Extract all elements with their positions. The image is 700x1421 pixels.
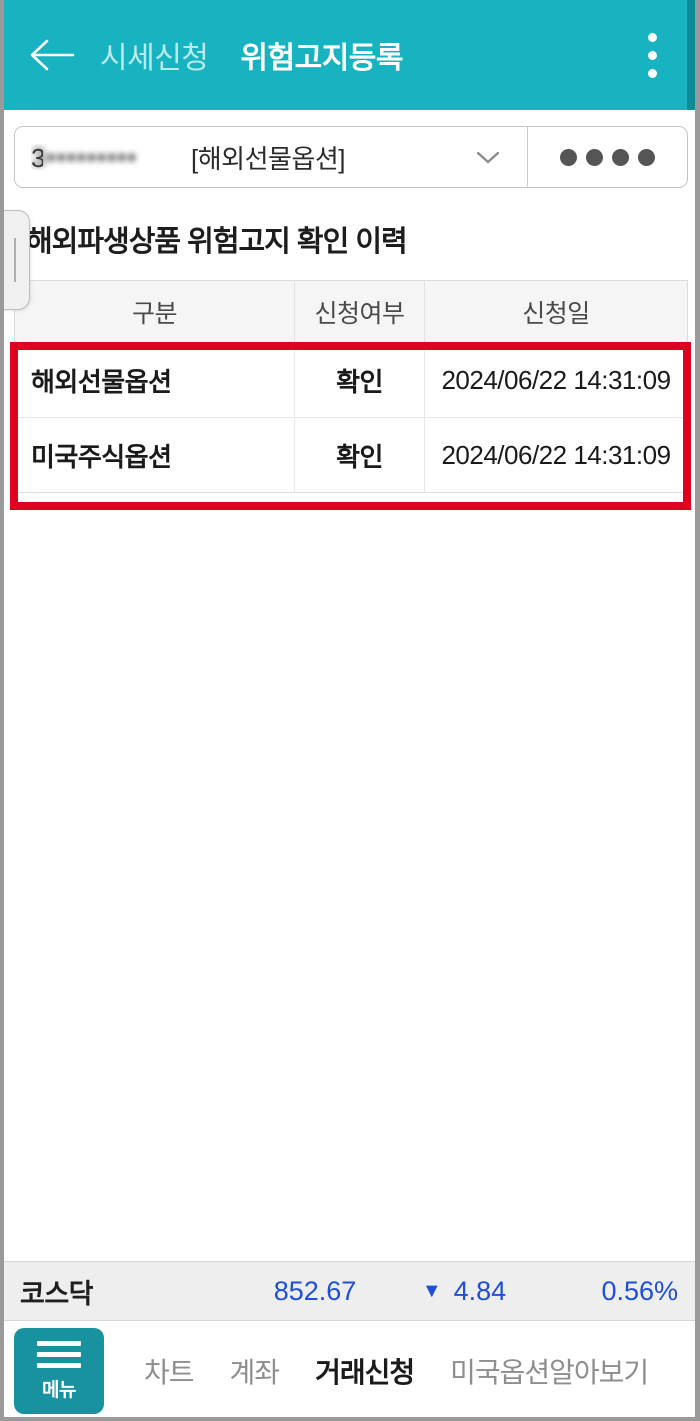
cell-status: 확인: [294, 417, 425, 493]
account-selector-box: 3••••••••• 3 [해외선물옵션]: [14, 126, 688, 188]
app-header: 시세신청 위험고지등록: [0, 0, 700, 110]
password-dot: [586, 148, 603, 166]
ticker-index-price: 852.67: [273, 1275, 357, 1306]
nav-item-account[interactable]: 계좌: [230, 1351, 281, 1391]
account-number-blurred-text: 3•••••••••: [31, 144, 138, 170]
header-tab-risk-notice[interactable]: 위험고지등록: [240, 33, 403, 77]
table-row[interactable]: 해외선물옵션 확인 2024/06/22 14:31:09: [14, 342, 688, 418]
account-dropdown[interactable]: 3••••••••• 3 [해외선물옵션]: [15, 127, 527, 187]
ticker-change-percent: 0.56%: [601, 1275, 678, 1306]
kebab-dot: [647, 68, 657, 78]
account-number-prefix: 3: [31, 144, 43, 170]
history-table-wrap: 구분 신청여부 신청일 해외선물옵션 확인 2024/06/22 14:31:0…: [10, 280, 691, 510]
risk-notice-history-table: 구분 신청여부 신청일 해외선물옵션 확인 2024/06/22 14:31:0…: [14, 280, 688, 493]
hamburger-bars: [37, 1340, 81, 1368]
menu-button-label: 메뉴: [42, 1379, 76, 1401]
cell-category: 미국주식옵션: [14, 417, 295, 493]
nav-item-trade-request[interactable]: 거래신청: [315, 1351, 415, 1391]
hamburger-menu-icon[interactable]: 메뉴: [14, 1328, 104, 1414]
ticker-change-value: 4.84: [453, 1275, 507, 1306]
triangle-down-icon: ▼: [421, 1280, 442, 1302]
page-title: 해외파생상품 위험고지 확인 이력: [26, 226, 408, 258]
cell-status: 확인: [294, 342, 425, 418]
app-window: 시세신청 위험고지등록 3••••••••• 3 [해외선물옵션]: [0, 0, 700, 1421]
header-edge-shadow: [687, 0, 695, 110]
column-header-status: 신청여부: [294, 280, 425, 343]
main-content: 해외파생상품 위험고지 확인 이력 구분 신청여부 신청일 해외선물옵션 확인 …: [0, 188, 700, 1261]
nav-item-us-option-guide[interactable]: 미국옵션알아보기: [450, 1351, 649, 1391]
ticker-index-name: 코스닥: [20, 1278, 94, 1309]
column-header-date: 신청일: [424, 280, 688, 343]
header-tabs: 시세신청 위험고지등록: [100, 33, 404, 77]
back-button[interactable]: [22, 25, 82, 85]
drawer-pull-handle-icon[interactable]: [0, 210, 30, 310]
market-index-ticker[interactable]: 코스닥 852.67 ▼ 4.84 0.56%: [0, 1261, 700, 1321]
column-header-category: 구분: [14, 280, 295, 343]
window-frame-right: [695, 0, 700, 1421]
table-row[interactable]: 미국주식옵션 확인 2024/06/22 14:31:09: [14, 417, 688, 493]
account-selector-area: 3••••••••• 3 [해외선물옵션]: [0, 110, 700, 188]
table-header-row: 구분 신청여부 신청일: [14, 280, 688, 343]
password-dot: [612, 148, 629, 166]
password-dot: [638, 148, 655, 166]
chevron-down-icon: [467, 149, 517, 165]
ticker-change-group: ▼ 4.84: [390, 1276, 538, 1307]
drawer-handle-line: [13, 238, 16, 282]
cell-category: 해외선물옵션: [14, 342, 295, 418]
bottom-navigation-bar: 메뉴 차트 계좌 거래신청 미국옵션알아보기: [0, 1321, 700, 1421]
kebab-menu-icon[interactable]: [630, 25, 674, 85]
account-password-field[interactable]: [527, 127, 687, 187]
header-tab-quote-request[interactable]: 시세신청: [100, 33, 209, 77]
account-number-masked: 3••••••••• 3: [31, 144, 183, 170]
cell-date: 2024/06/22 14:31:09: [441, 439, 671, 470]
window-frame-left: [0, 0, 4, 1421]
nav-item-chart[interactable]: 차트: [144, 1351, 195, 1391]
cell-date: 2024/06/22 14:31:09: [424, 342, 688, 418]
back-arrow-icon: [29, 38, 75, 72]
password-dot: [560, 148, 577, 166]
kebab-dot: [647, 32, 657, 42]
bottom-nav-items: 차트 계좌 거래신청 미국옵션알아보기: [144, 1351, 649, 1391]
kebab-dot: [647, 50, 657, 60]
window-frame-bottom: [0, 1417, 700, 1421]
hamburger-bar: [37, 1351, 81, 1357]
hamburger-bar: [37, 1340, 81, 1346]
account-product-label: [해외선물옵션]: [191, 143, 345, 174]
hamburger-bar: [37, 1362, 81, 1368]
